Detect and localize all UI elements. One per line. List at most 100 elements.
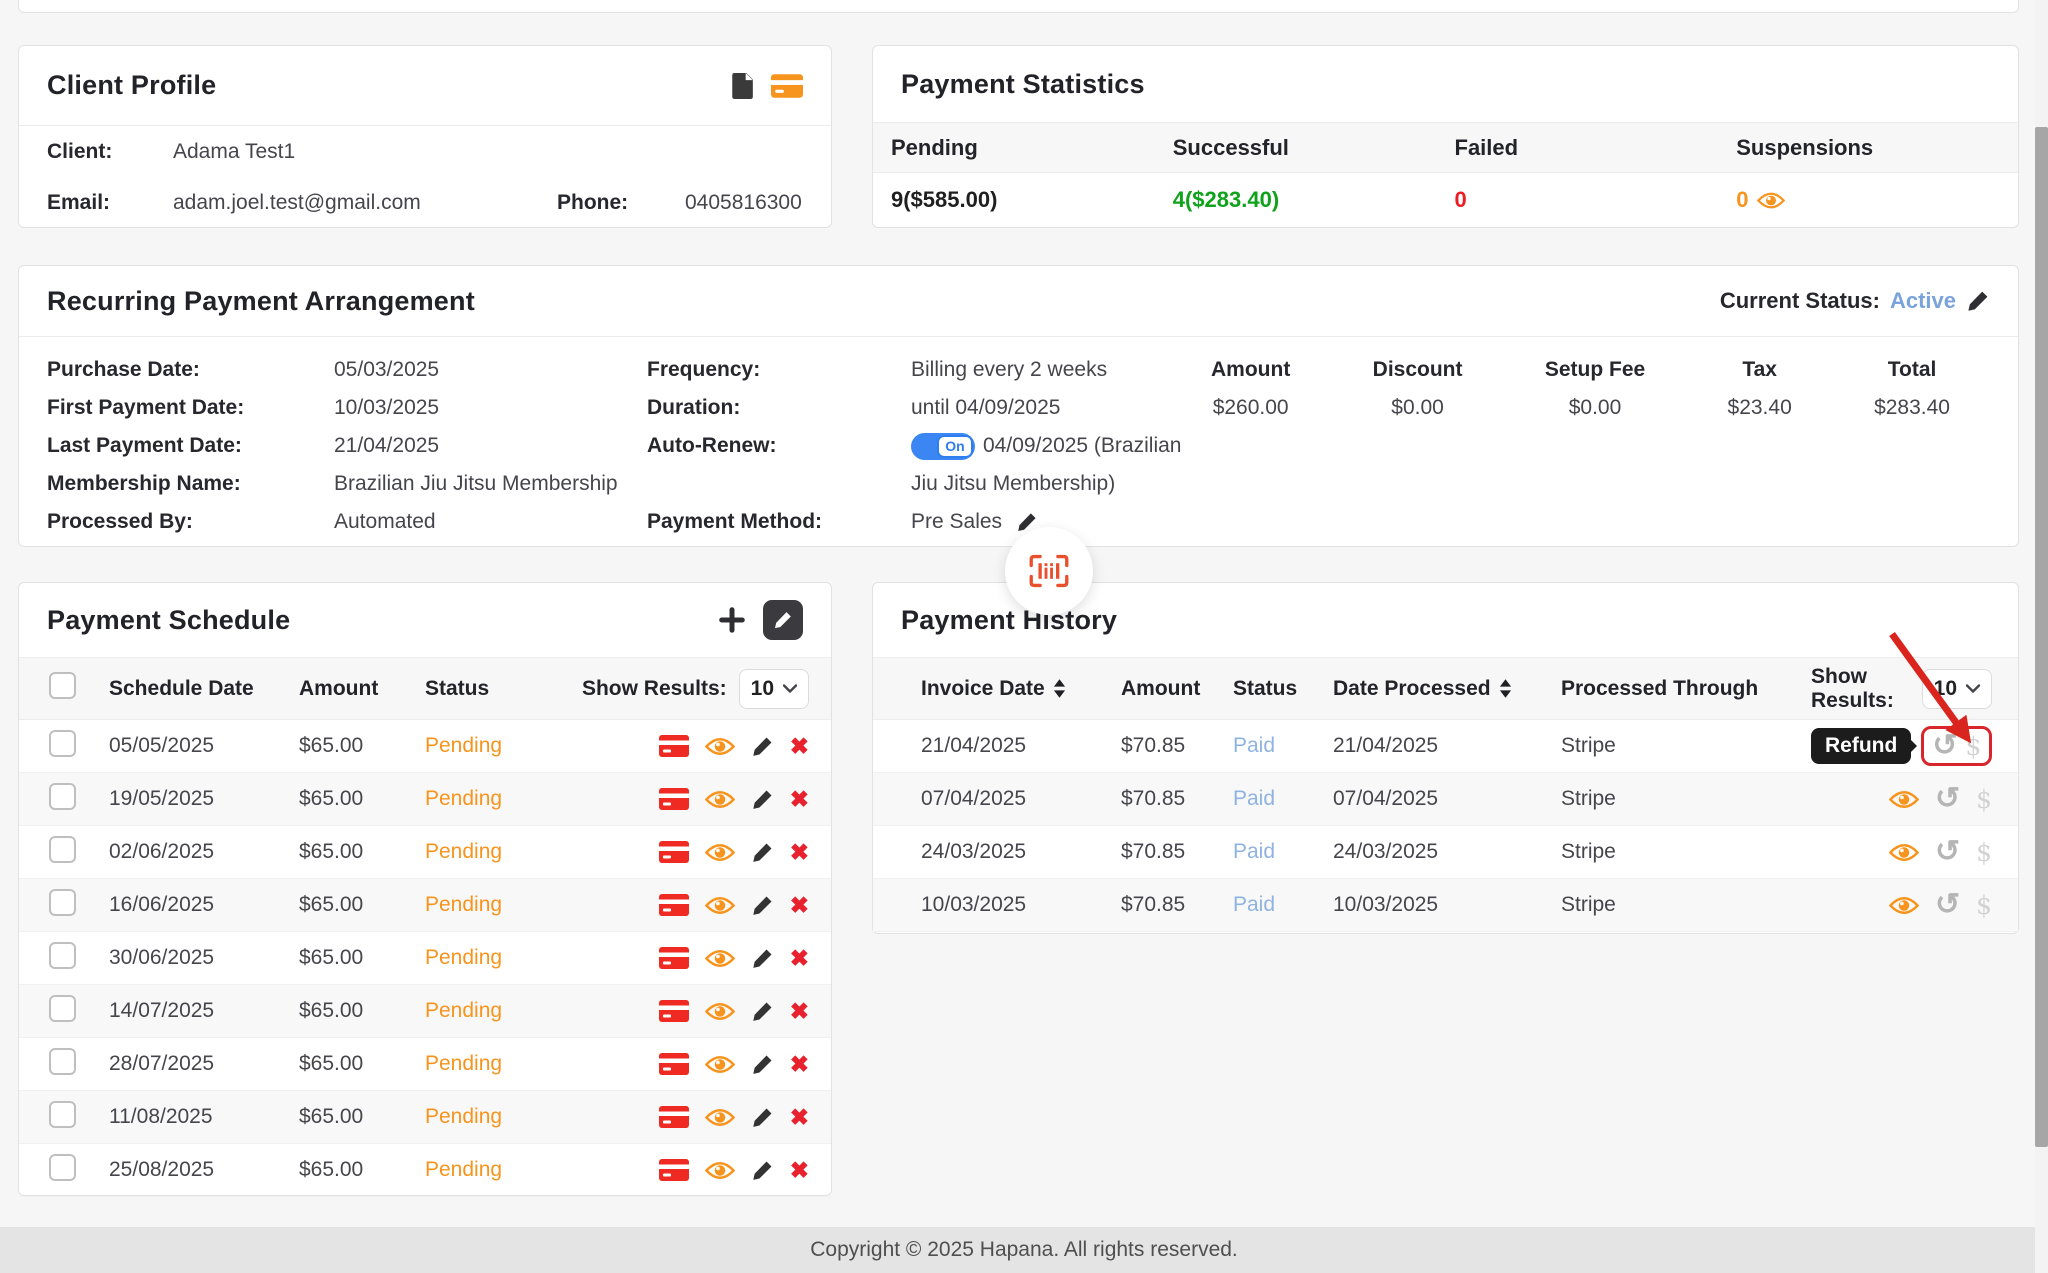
stat-header-pending: Pending [891, 135, 1173, 161]
row-checkbox[interactable] [49, 836, 76, 863]
delete-x-icon[interactable]: ✖ [790, 788, 809, 811]
edit-pencil-icon[interactable] [751, 788, 774, 811]
client-profile-header: Client Profile [19, 46, 831, 126]
delete-x-icon[interactable]: ✖ [790, 841, 809, 864]
view-eye-icon[interactable] [705, 1055, 735, 1074]
edit-pencil-icon[interactable] [751, 1000, 774, 1023]
edit-pencil-icon[interactable] [751, 1159, 774, 1182]
delete-x-icon[interactable]: ✖ [790, 947, 809, 970]
edit-schedule-button[interactable] [763, 600, 803, 640]
eye-icon[interactable] [1757, 191, 1785, 210]
frequency-label: Frequency: [647, 351, 911, 389]
schedule-date: 28/07/2025 [109, 1052, 299, 1076]
row-checkbox[interactable] [49, 730, 76, 757]
refund-undo-icon[interactable]: ↺ [1932, 731, 1957, 761]
refund-undo-icon[interactable]: ↺ [1935, 784, 1960, 814]
history-row: 10/03/2025 $70.85 Paid 10/03/2025 Stripe… [873, 879, 2018, 932]
view-eye-icon[interactable] [705, 737, 735, 756]
client-profile-card: Client Profile Client: Adama Test1 Email… [18, 45, 832, 228]
sort-icon[interactable] [1053, 678, 1066, 699]
edit-pencil-icon[interactable] [751, 1106, 774, 1129]
schedule-table-header: Schedule Date Amount Status Show Results… [19, 658, 831, 720]
refund-highlight-box: ↺ $ [1921, 726, 1992, 766]
schedule-row: 16/06/2025 $65.00 Pending ✖ [19, 879, 831, 932]
money-column: Tax $23.40 [1728, 351, 1792, 541]
view-eye-icon[interactable] [705, 790, 735, 809]
charge-card-icon[interactable] [659, 841, 689, 863]
chevron-down-icon [1966, 684, 1980, 693]
charge-card-icon[interactable] [659, 1000, 689, 1022]
document-icon[interactable] [731, 73, 753, 99]
view-eye-icon[interactable] [705, 949, 735, 968]
charge-card-icon[interactable] [659, 735, 689, 757]
edit-pencil-icon[interactable] [751, 1053, 774, 1076]
view-eye-icon[interactable] [1889, 843, 1919, 862]
row-checkbox[interactable] [49, 995, 76, 1022]
refund-undo-icon[interactable]: ↺ [1935, 837, 1960, 867]
sort-icon[interactable] [1499, 678, 1512, 699]
row-checkbox[interactable] [49, 1048, 76, 1075]
money-column: Discount $0.00 [1373, 351, 1463, 541]
history-status: Paid [1233, 840, 1333, 864]
money-column-label: Tax [1728, 351, 1792, 389]
recurring-details-left: Purchase Date: 05/03/2025 First Payment … [47, 351, 647, 541]
charge-card-icon[interactable] [659, 1053, 689, 1075]
charge-card-icon[interactable] [659, 894, 689, 916]
row-checkbox[interactable] [49, 1154, 76, 1181]
row-checkbox[interactable] [49, 942, 76, 969]
edit-pencil-icon[interactable] [751, 735, 774, 758]
credit-card-icon[interactable] [771, 74, 803, 98]
money-column-label: Amount [1211, 351, 1290, 389]
charge-dollar-icon[interactable]: $ [1976, 787, 1992, 812]
charge-dollar-icon[interactable]: $ [1976, 893, 1992, 918]
edit-status-pencil-icon[interactable] [1966, 289, 1990, 313]
recurring-payment-body: Purchase Date: 05/03/2025 First Payment … [19, 337, 2018, 541]
payment-method-label: Payment Method: [647, 503, 911, 541]
detail-row: First Payment Date: 10/03/2025 [47, 389, 647, 427]
current-status-value: Active [1890, 288, 1956, 314]
auto-renew-toggle[interactable]: On [911, 433, 975, 460]
charge-dollar-icon[interactable]: $ [1965, 734, 1981, 759]
barcode-icon [1029, 554, 1069, 588]
view-eye-icon[interactable] [1889, 896, 1919, 915]
view-eye-icon[interactable] [705, 1002, 735, 1021]
recurring-money-columns: Amount $260.00 Discount $0.00 Setup Fee … [1211, 351, 1990, 541]
delete-x-icon[interactable]: ✖ [790, 894, 809, 917]
view-eye-icon[interactable] [705, 843, 735, 862]
row-checkbox[interactable] [49, 783, 76, 810]
edit-pencil-icon[interactable] [751, 841, 774, 864]
scrollbar-track[interactable] [2035, 0, 2048, 1273]
toggle-on-knob: On [937, 435, 973, 458]
view-eye-icon[interactable] [705, 1108, 735, 1127]
scrollbar-thumb[interactable] [2035, 127, 2048, 1147]
delete-x-icon[interactable]: ✖ [790, 1053, 809, 1076]
charge-card-icon[interactable] [659, 1159, 689, 1181]
charge-card-icon[interactable] [659, 1106, 689, 1128]
row-checkbox[interactable] [49, 1101, 76, 1128]
barcode-scan-bubble[interactable] [1005, 527, 1093, 615]
delete-x-icon[interactable]: ✖ [790, 1106, 809, 1129]
add-payment-icon[interactable] [719, 607, 745, 633]
charge-card-icon[interactable] [659, 947, 689, 969]
edit-pencil-icon[interactable] [751, 894, 774, 917]
edit-pencil-icon[interactable] [751, 947, 774, 970]
processed-through: Stripe [1561, 840, 1811, 864]
delete-x-icon[interactable]: ✖ [790, 735, 809, 758]
charge-card-icon[interactable] [659, 788, 689, 810]
schedule-page-size-select[interactable]: 10 [739, 669, 809, 709]
schedule-row: 02/06/2025 $65.00 Pending ✖ [19, 826, 831, 879]
history-page-size-select[interactable]: 10 [1922, 669, 1992, 709]
charge-dollar-icon[interactable]: $ [1976, 840, 1992, 865]
schedule-col-amount: Amount [299, 677, 425, 701]
payment-history-title: Payment History [901, 605, 1117, 636]
view-eye-icon[interactable] [705, 1161, 735, 1180]
payment-history-card: Payment History Invoice Date Amount Stat… [872, 582, 2019, 934]
delete-x-icon[interactable]: ✖ [790, 1159, 809, 1182]
row-checkbox[interactable] [49, 889, 76, 916]
view-eye-icon[interactable] [1889, 790, 1919, 809]
view-eye-icon[interactable] [705, 896, 735, 915]
money-column-value: $283.40 [1874, 389, 1950, 427]
delete-x-icon[interactable]: ✖ [790, 1000, 809, 1023]
select-all-checkbox[interactable] [49, 672, 76, 699]
refund-undo-icon[interactable]: ↺ [1935, 890, 1960, 920]
